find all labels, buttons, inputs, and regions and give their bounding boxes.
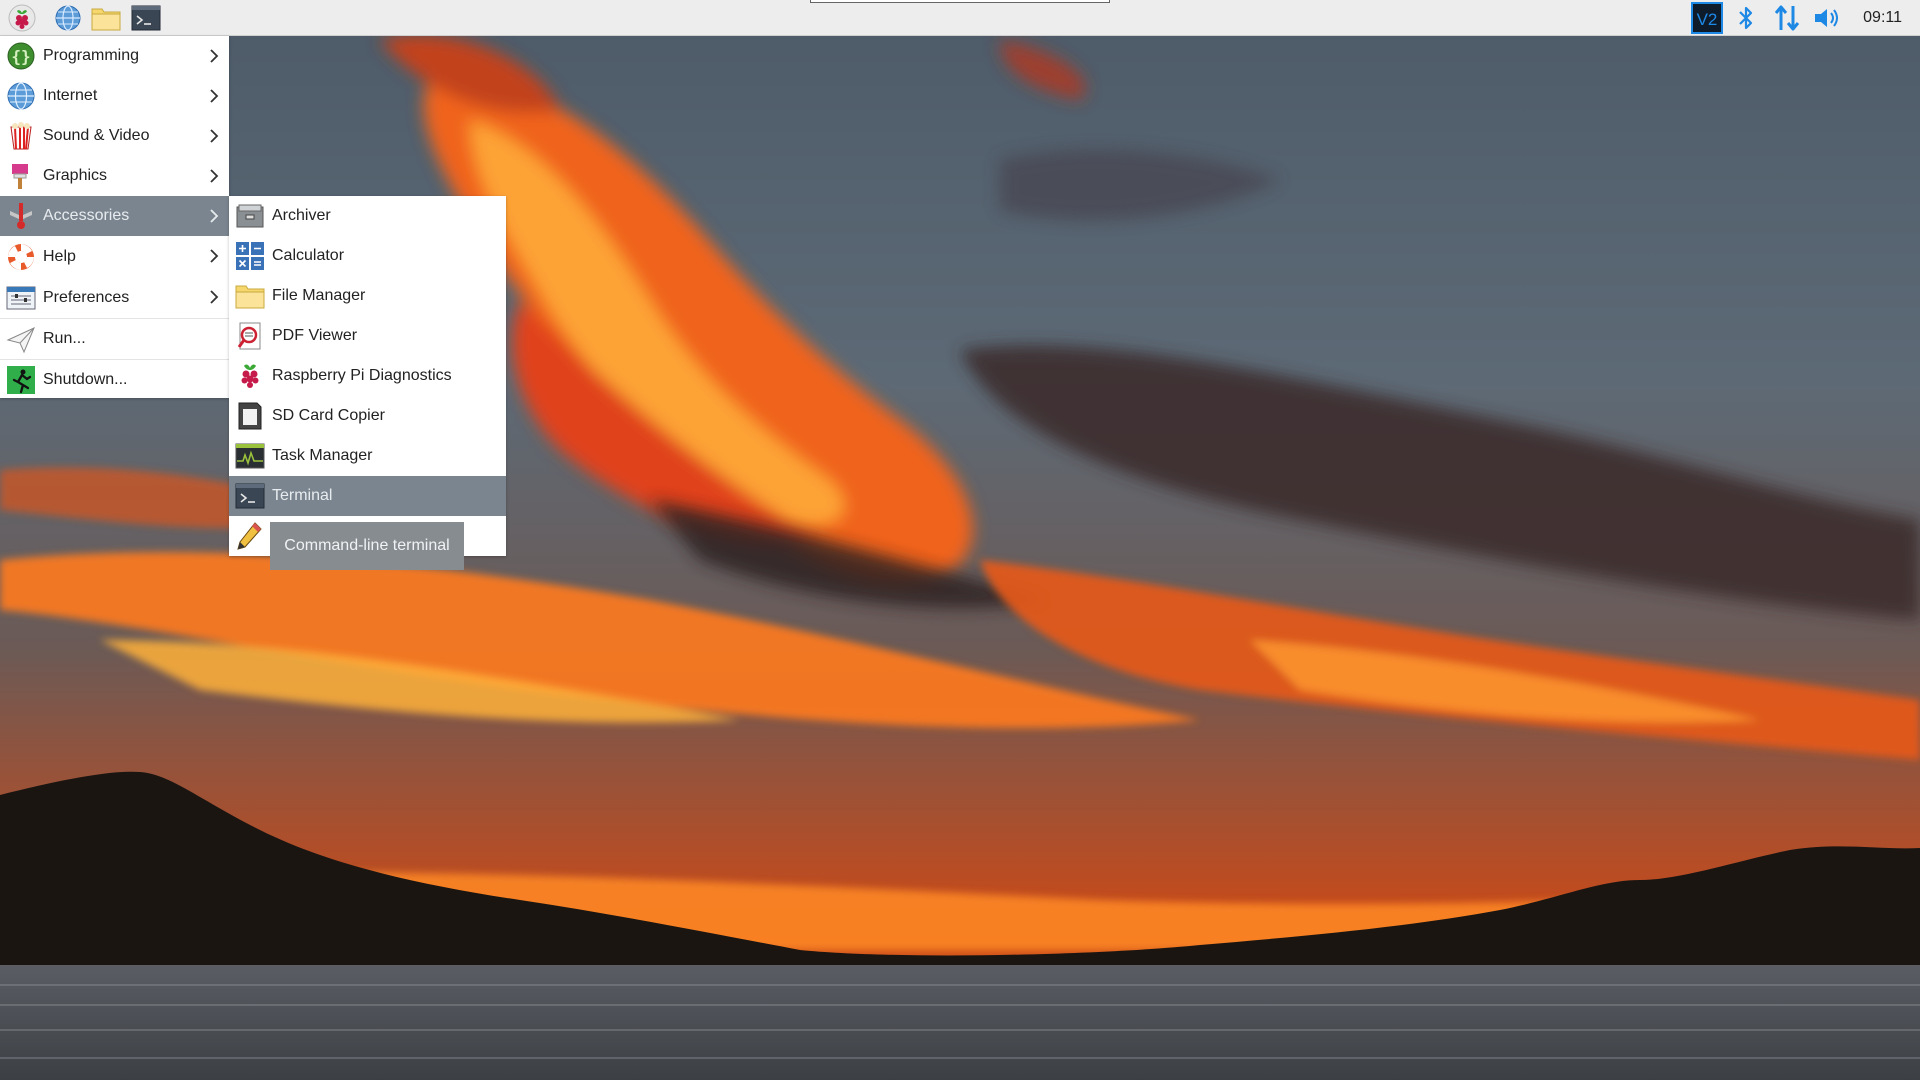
text-editor-icon [234, 520, 266, 552]
menu-item-label: Accessories [43, 207, 130, 224]
chevron-right-icon [210, 249, 219, 263]
submenu-item-terminal[interactable]: Terminal [229, 476, 506, 516]
programming-icon: {} [5, 40, 37, 72]
submenu-item-task-manager[interactable]: Task Manager [229, 436, 506, 476]
menu-item-label: Preferences [43, 288, 130, 306]
menu-item-accessories[interactable]: Accessories [0, 196, 229, 236]
menu-item-preferences[interactable]: Preferences [0, 277, 229, 318]
submenu-item-label: Terminal [272, 487, 333, 504]
menu-item-label: Run... [43, 330, 86, 347]
chevron-right-icon [210, 49, 219, 63]
menu-item-help[interactable]: Help [0, 236, 229, 277]
submenu-item-label: Raspberry Pi Diagnostics [272, 367, 452, 384]
internet-icon [5, 80, 37, 112]
menu-item-label: Shutdown... [43, 371, 128, 388]
accessories-submenu: Archiver Calculator File Manager PDF Vie… [229, 196, 506, 556]
archiver-icon [234, 200, 266, 232]
submenu-item-archiver[interactable]: Archiver [229, 196, 506, 236]
top-panel: V2 09:11 [0, 0, 1920, 36]
submenu-item-label: SD Card Copier [272, 407, 385, 424]
bluetooth-icon [1739, 6, 1753, 30]
submenu-item-raspberry-pi-diagnostics[interactable]: Raspberry Pi Diagnostics [229, 356, 506, 396]
pdf-viewer-icon [234, 320, 266, 352]
file-manager-launcher[interactable] [90, 2, 122, 34]
submenu-item-label: Task Manager [272, 447, 373, 464]
menu-item-graphics[interactable]: Graphics [0, 156, 229, 196]
menu-item-run[interactable]: Run... [0, 319, 229, 359]
submenu-item-label: File Manager [272, 287, 366, 304]
chevron-right-icon [210, 169, 219, 183]
terminal-icon [234, 480, 266, 512]
menu-item-label: Programming [43, 47, 140, 64]
menu-item-label: Graphics [43, 167, 108, 184]
chevron-right-icon [210, 209, 219, 223]
submenu-item-calculator[interactable]: Calculator [229, 236, 506, 276]
menu-item-label: Sound & Video [43, 127, 150, 144]
submenu-item-sd-card-copier[interactable]: SD Card Copier [229, 396, 506, 436]
raspberry-pi-menu-button[interactable] [6, 2, 38, 34]
menu-item-label: Help [43, 247, 76, 265]
terminal-launcher[interactable] [130, 2, 162, 34]
web-browser-launcher[interactable] [52, 2, 84, 34]
volume-icon [1815, 9, 1838, 27]
main-menu: {} Programming Internet Sound & Video Gr… [0, 36, 229, 398]
menu-item-shutdown[interactable]: Shutdown... [0, 360, 229, 400]
menu-item-label: Internet [43, 87, 98, 104]
run-icon [5, 323, 37, 355]
vnc-tray-button[interactable]: V2 [1690, 2, 1724, 34]
accessories-icon [5, 200, 37, 232]
menu-item-internet[interactable]: Internet [0, 76, 229, 116]
submenu-item-label: Archiver [272, 207, 331, 224]
help-icon [5, 241, 37, 273]
network-icon [1774, 5, 1800, 31]
submenu-item-label: Calculator [272, 247, 345, 264]
shutdown-icon [5, 364, 37, 396]
graphics-icon [5, 160, 37, 192]
submenu-item-label: PDF Viewer [272, 327, 358, 344]
raspberry-diagnostics-icon [234, 360, 266, 392]
menu-item-programming[interactable]: {} Programming [0, 36, 229, 76]
clock[interactable]: 09:11 [1863, 0, 1902, 36]
network-tray-button[interactable] [1770, 2, 1804, 34]
bluetooth-tray-button[interactable] [1732, 2, 1760, 34]
chevron-right-icon [210, 89, 219, 103]
svg-text:V2: V2 [1697, 10, 1718, 29]
task-manager-icon [234, 440, 266, 472]
raspberry-pi-menu-icon [8, 4, 36, 32]
sound-video-icon [5, 120, 37, 152]
chevron-right-icon [210, 290, 219, 304]
preferences-icon [5, 282, 37, 314]
calculator-icon [234, 240, 266, 272]
menu-item-sound-video[interactable]: Sound & Video [0, 116, 229, 156]
terminal-icon [131, 5, 161, 31]
svg-text:{}: {} [11, 47, 30, 66]
submenu-item-pdf-viewer[interactable]: PDF Viewer [229, 316, 506, 356]
web-browser-icon [55, 5, 81, 31]
submenu-item-file-manager[interactable]: File Manager [229, 276, 506, 316]
tooltip: Command-line terminal [270, 522, 464, 570]
volume-tray-button[interactable] [1812, 2, 1844, 34]
folder-icon [234, 280, 266, 312]
sd-card-icon [234, 400, 266, 432]
chevron-right-icon [210, 129, 219, 143]
vnc-icon: V2 [1691, 2, 1723, 34]
file-manager-icon [91, 8, 121, 31]
taskbar-area [810, 0, 1110, 3]
